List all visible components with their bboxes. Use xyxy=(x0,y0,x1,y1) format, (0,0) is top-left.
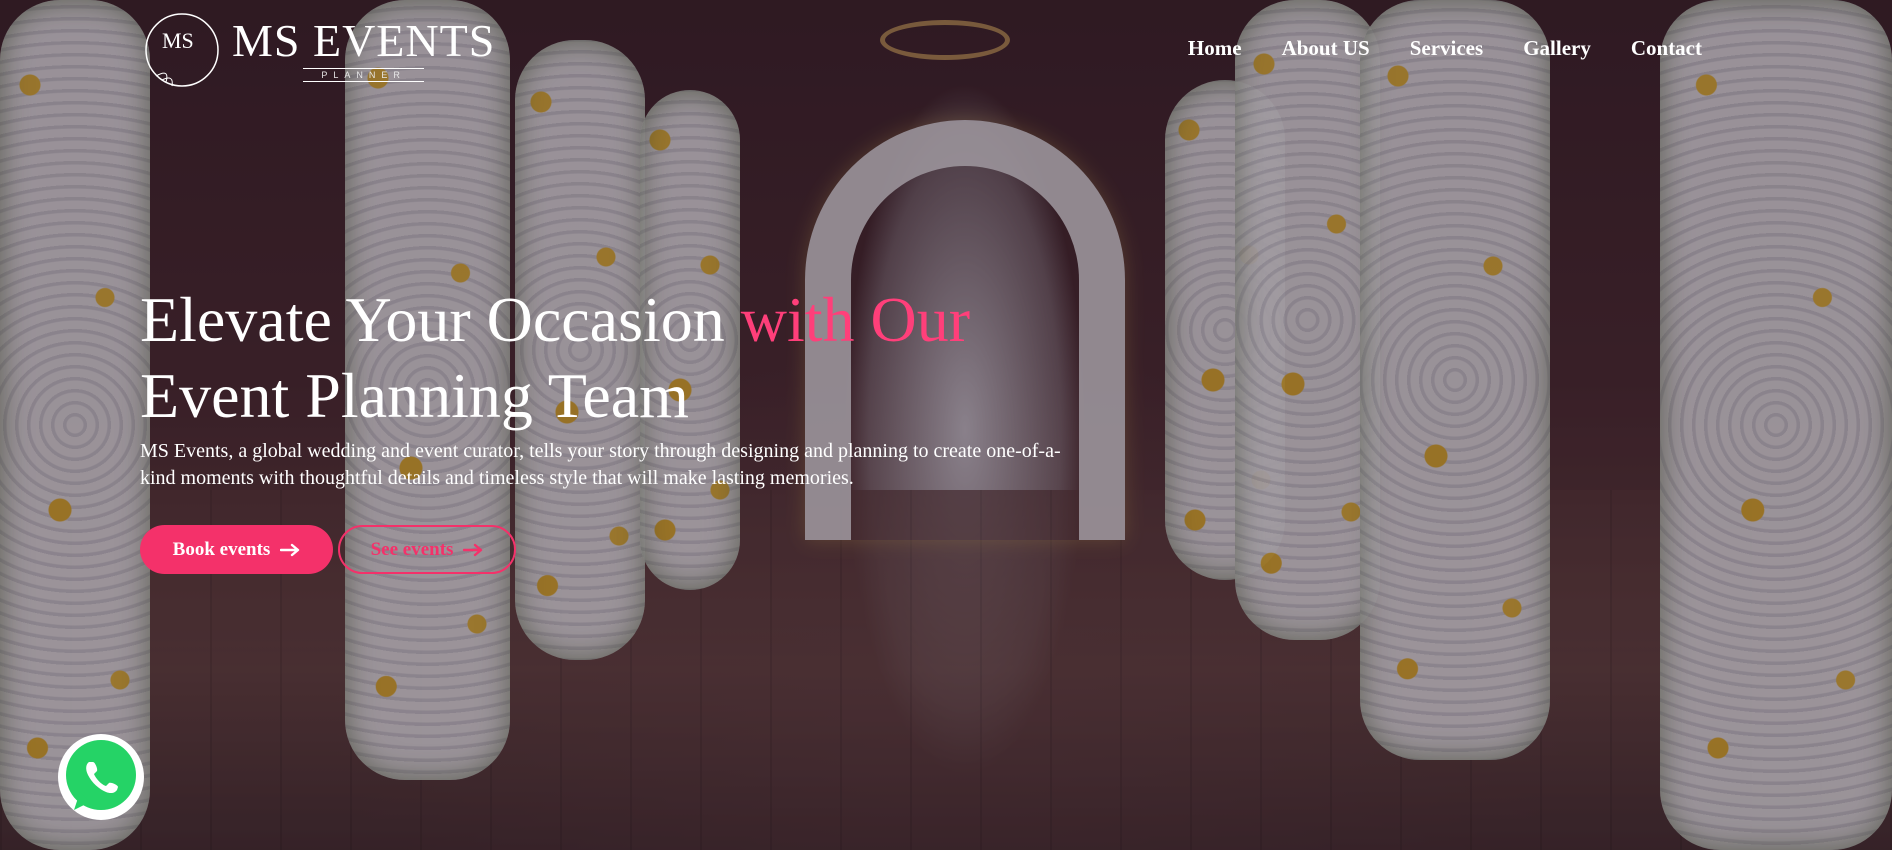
headline-part-1: Elevate Your Occasion xyxy=(140,284,741,355)
main-nav: Home About US Services Gallery Contact xyxy=(1188,36,1702,61)
logo-monogram-graphic: MS xyxy=(145,13,219,87)
headline-accent: with Our xyxy=(740,284,971,355)
see-events-label: See events xyxy=(370,538,454,560)
logo-name: MS EVENTS xyxy=(232,15,496,66)
logo-monogram-icon: MS xyxy=(140,8,224,92)
nav-home[interactable]: Home xyxy=(1188,36,1242,61)
hero-section: MS MS EVENTS PLANNER Home About US Servi… xyxy=(0,0,1892,850)
nav-contact[interactable]: Contact xyxy=(1631,36,1702,61)
headline-part-2: Event Planning Team xyxy=(140,360,689,431)
see-events-button[interactable]: See events xyxy=(338,525,516,574)
arrow-right-icon xyxy=(280,543,300,556)
logo-wordmark: MS EVENTS PLANNER xyxy=(232,18,495,82)
arrow-right-icon xyxy=(463,543,483,556)
nav-about-us[interactable]: About US xyxy=(1282,36,1370,61)
whatsapp-chat-button[interactable] xyxy=(56,732,146,822)
hero-headline: Elevate Your Occasion with Our Event Pla… xyxy=(140,282,1040,434)
logo-monogram-m: MS xyxy=(162,28,194,53)
brand-logo[interactable]: MS MS EVENTS PLANNER xyxy=(140,8,495,92)
nav-services[interactable]: Services xyxy=(1410,36,1483,61)
book-events-button[interactable]: Book events xyxy=(140,525,333,574)
hero-description: MS Events, a global wedding and event cu… xyxy=(140,440,1061,489)
logo-tagline: PLANNER xyxy=(303,68,424,82)
book-events-label: Book events xyxy=(172,538,271,560)
nav-gallery[interactable]: Gallery xyxy=(1523,36,1591,61)
whatsapp-icon xyxy=(58,734,144,820)
